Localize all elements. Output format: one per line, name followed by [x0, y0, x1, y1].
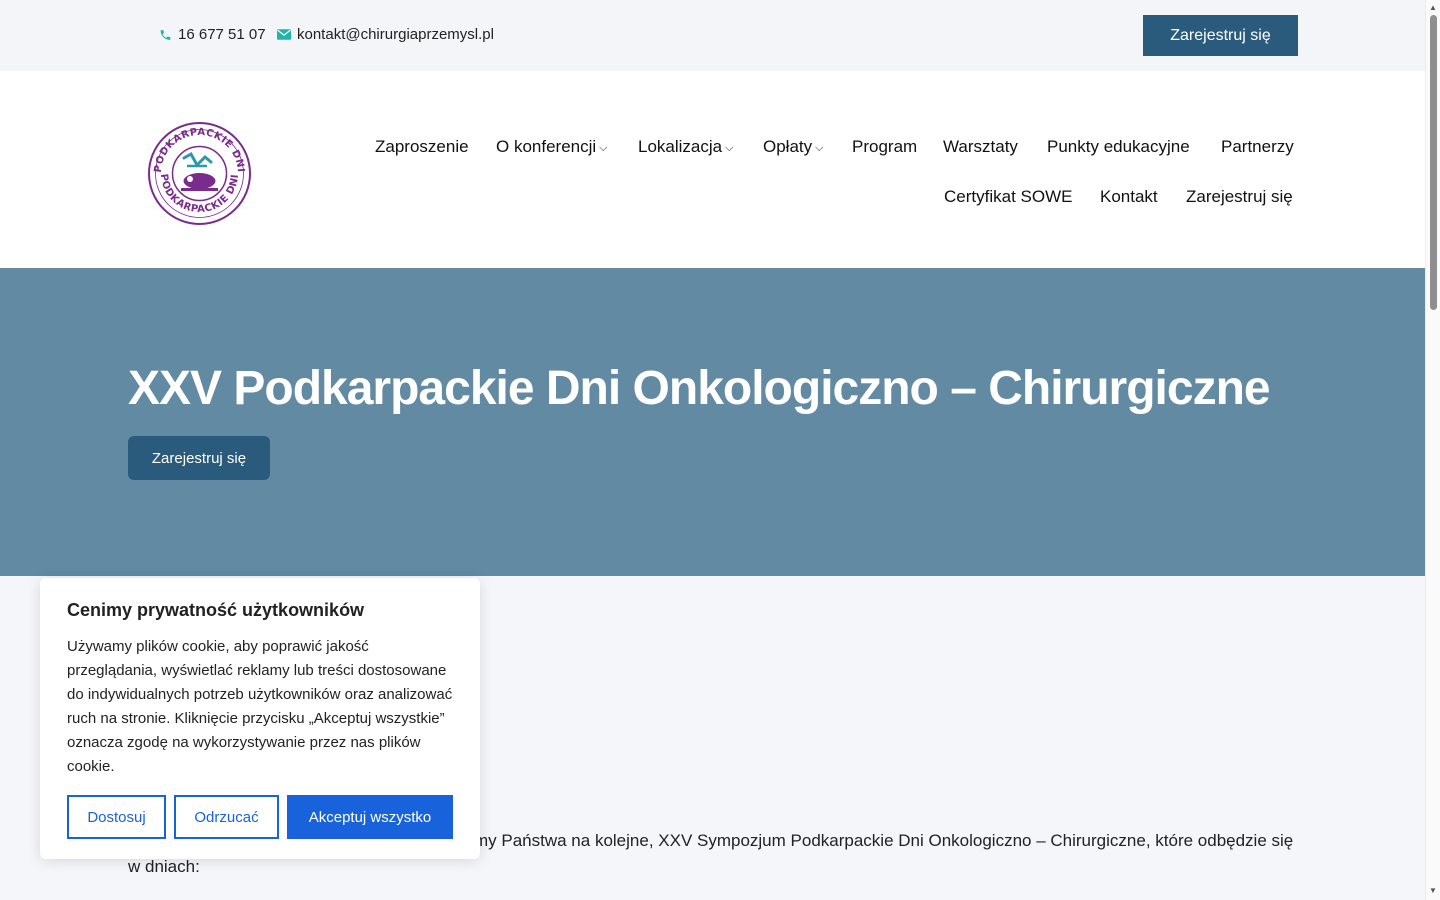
- nav-item-certyfikat-sowe[interactable]: Certyfikat SOWE: [944, 187, 1072, 207]
- nav-label: Punkty edukacyjne: [1047, 137, 1190, 156]
- phone-number[interactable]: 16 677 51 07: [178, 26, 266, 43]
- nav-item-o-konferencji[interactable]: O konferencji ⌵: [496, 137, 608, 157]
- nav-label: Partnerzy: [1221, 137, 1294, 156]
- scroll-up-arrow-icon[interactable]: ▲: [1429, 3, 1437, 12]
- nav-label: Program: [852, 137, 918, 156]
- top-bar: 16 677 51 07 kontakt@chirurgiaprzemysl.p…: [0, 0, 1425, 71]
- nav-label: Zaproszenie: [375, 137, 469, 156]
- hero-title: XXV Podkarpackie Dni Onkologiczno – Chir…: [128, 362, 1271, 415]
- nav-label: Kontakt: [1100, 187, 1158, 206]
- phone-icon: [160, 29, 171, 40]
- chevron-down-icon: ⌵: [599, 142, 608, 154]
- page-scrollbar[interactable]: ▲ ▼: [1425, 0, 1440, 900]
- email-contact[interactable]: kontakt@chirurgiaprzemysl.pl: [277, 26, 494, 43]
- nav-item-kontakt[interactable]: Kontakt: [1100, 187, 1158, 207]
- phone-contact[interactable]: 16 677 51 07: [159, 26, 266, 43]
- scroll-down-arrow-icon[interactable]: ▼: [1429, 886, 1437, 895]
- nav-label: Warsztaty: [943, 137, 1018, 156]
- chevron-down-icon: ⌵: [815, 142, 824, 154]
- cookie-title: Cenimy prywatność użytkowników: [67, 600, 365, 620]
- scrollbar-thumb[interactable]: [1430, 15, 1437, 310]
- nav-item-lokalizacja[interactable]: Lokalizacja ⌵: [638, 137, 733, 157]
- nav-label: O konferencji: [496, 137, 597, 156]
- nav-item-zarejestruj[interactable]: Zarejestruj się: [1186, 187, 1293, 207]
- email-address[interactable]: kontakt@chirurgiaprzemysl.pl: [297, 26, 494, 43]
- nav-item-oplaty[interactable]: Opłaty ⌵: [763, 137, 823, 157]
- nav-item-zaproszenie[interactable]: Zaproszenie: [375, 137, 469, 157]
- nav-label: Certyfikat SOWE: [944, 187, 1073, 206]
- hero-register-button[interactable]: Zarejestruj się: [128, 436, 270, 480]
- nav-item-punkty-edukacyjne[interactable]: Punkty edukacyjne: [1047, 137, 1190, 157]
- nav-label: Lokalizacja: [638, 137, 723, 156]
- site-header: PODKARPACKIE DNI PODKARPACKIE DNI Zapros…: [0, 71, 1425, 268]
- cookie-customize-button[interactable]: Dostosuj: [67, 795, 166, 839]
- cookie-description: Używamy plików cookie, aby poprawić jako…: [67, 638, 453, 775]
- chevron-down-icon: ⌵: [725, 142, 734, 154]
- nav-item-program[interactable]: Program: [852, 137, 917, 157]
- hero-section: XXV Podkarpackie Dni Onkologiczno – Chir…: [0, 268, 1425, 576]
- cookie-accept-all-button[interactable]: Akceptuj wszystko: [287, 795, 453, 839]
- cookie-reject-button[interactable]: Odrzucać: [174, 795, 279, 839]
- nav-label: Opłaty: [763, 137, 813, 156]
- conference-logo[interactable]: PODKARPACKIE DNI PODKARPACKIE DNI: [147, 121, 252, 226]
- nav-item-partnerzy[interactable]: Partnerzy: [1221, 137, 1294, 157]
- envelope-icon: [277, 29, 291, 40]
- cookie-consent-banner: Cenimy prywatność użytkowników Używamy p…: [40, 578, 480, 859]
- nav-item-warsztaty[interactable]: Warsztaty: [943, 137, 1018, 157]
- nav-label: Zarejestruj się: [1186, 187, 1293, 206]
- top-register-button[interactable]: Zarejestruj się: [1143, 15, 1298, 56]
